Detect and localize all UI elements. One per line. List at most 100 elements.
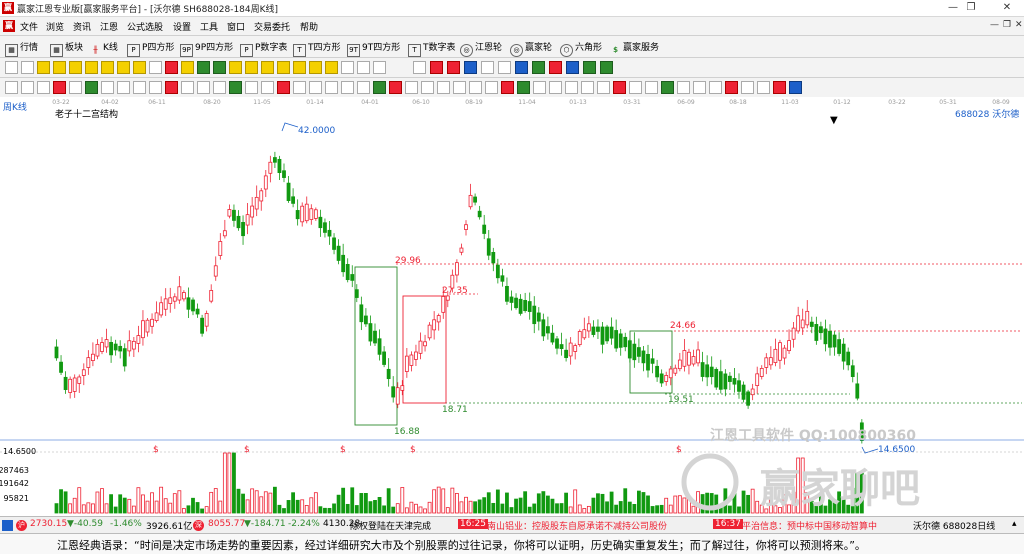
draw-tool-icon[interactable]: [261, 61, 274, 74]
line-tool-icon[interactable]: [181, 81, 194, 94]
nav-kline[interactable]: ╫ K线: [90, 40, 118, 54]
nav-sector[interactable]: ▦ 板块: [50, 40, 83, 57]
draw-tool-icon[interactable]: [197, 61, 210, 74]
nav-hexagon[interactable]: ⬡ 六角形: [560, 40, 602, 57]
line-tool-icon[interactable]: [517, 81, 530, 94]
draw-tool-icon[interactable]: [464, 61, 477, 74]
line-tool-icon[interactable]: [581, 81, 594, 94]
line-tool-icon[interactable]: [757, 81, 770, 94]
line-tool-icon[interactable]: [549, 81, 562, 94]
draw-tool-icon[interactable]: [85, 61, 98, 74]
kline-chart[interactable]: 03-22 04-02 06-11 08-20 11-05 01-14 04-01 06-10…: [0, 97, 1024, 516]
line-tool-icon[interactable]: [277, 81, 290, 94]
nav-winner-wheel[interactable]: ◎ 赢家轮: [510, 40, 552, 57]
nav-t-square[interactable]: T T四方形: [293, 40, 341, 57]
line-tool-icon[interactable]: [693, 81, 706, 94]
draw-tool-icon[interactable]: [5, 61, 18, 74]
draw-tool-icon[interactable]: [498, 61, 511, 74]
line-tool-icon[interactable]: [437, 81, 450, 94]
line-tool-icon[interactable]: [597, 81, 610, 94]
draw-tool-icon[interactable]: [373, 61, 386, 74]
menu-info[interactable]: 资讯: [73, 20, 91, 33]
menu-settings[interactable]: 设置: [173, 20, 191, 33]
line-tool-icon[interactable]: [773, 81, 786, 94]
nav-service[interactable]: $ 赢家服务: [610, 40, 659, 54]
draw-tool-icon[interactable]: [69, 61, 82, 74]
line-tool-icon[interactable]: [357, 81, 370, 94]
menu-formula[interactable]: 公式选股: [127, 20, 163, 33]
menu-browse[interactable]: 浏览: [46, 20, 64, 33]
draw-tool-icon[interactable]: [101, 61, 114, 74]
line-tool-icon[interactable]: [469, 81, 482, 94]
draw-tool-icon[interactable]: [53, 61, 66, 74]
line-tool-icon[interactable]: [789, 81, 802, 94]
nav-t-table[interactable]: T T数字表: [408, 40, 456, 57]
draw-tool-icon[interactable]: [293, 61, 306, 74]
draw-tool-icon[interactable]: [181, 61, 194, 74]
draw-tool-icon[interactable]: [413, 61, 426, 74]
nav-9p-square[interactable]: 9P 9P四方形: [180, 40, 233, 57]
line-tool-icon[interactable]: [101, 81, 114, 94]
expand-icon[interactable]: ▴: [1012, 519, 1017, 529]
draw-tool-icon[interactable]: [21, 61, 34, 74]
line-tool-icon[interactable]: [293, 81, 306, 94]
grid-icon[interactable]: [2, 520, 13, 531]
nav-p-table[interactable]: P P数字表: [240, 40, 287, 57]
draw-tool-icon[interactable]: [165, 61, 178, 74]
nav-p-square[interactable]: P P四方形: [127, 40, 174, 57]
news-ticker-2[interactable]: 南山铝业：控股股东自愿承诺不减持公司股份: [487, 519, 667, 532]
draw-tool-icon[interactable]: [430, 61, 443, 74]
line-tool-icon[interactable]: [5, 81, 18, 94]
line-tool-icon[interactable]: [533, 81, 546, 94]
line-tool-icon[interactable]: [21, 81, 34, 94]
line-tool-icon[interactable]: [37, 81, 50, 94]
menu-help[interactable]: 帮助: [300, 20, 318, 33]
draw-tool-icon[interactable]: [515, 61, 528, 74]
draw-tool-icon[interactable]: [481, 61, 494, 74]
line-tool-icon[interactable]: [85, 81, 98, 94]
draw-tool-icon[interactable]: [213, 61, 226, 74]
line-tool-icon[interactable]: [725, 81, 738, 94]
line-tool-icon[interactable]: [613, 81, 626, 94]
draw-tool-icon[interactable]: [341, 61, 354, 74]
line-tool-icon[interactable]: [149, 81, 162, 94]
line-tool-icon[interactable]: [133, 81, 146, 94]
news-ticker-3[interactable]: 平治信息：预中标中国移动智算中: [742, 519, 907, 532]
line-tool-icon[interactable]: [629, 81, 642, 94]
draw-tool-icon[interactable]: [566, 61, 579, 74]
nav-gann-wheel[interactable]: ◎ 江恩轮: [460, 40, 502, 57]
dropdown-arrow-icon[interactable]: ▼: [830, 115, 838, 126]
line-tool-icon[interactable]: [709, 81, 722, 94]
draw-tool-icon[interactable]: [117, 61, 130, 74]
line-tool-icon[interactable]: [485, 81, 498, 94]
draw-tool-icon[interactable]: [532, 61, 545, 74]
line-tool-icon[interactable]: [309, 81, 322, 94]
child-restore-icon[interactable]: ❐: [1003, 20, 1011, 30]
news-ticker-1[interactable]: 除权登陆在天津完成: [350, 519, 431, 532]
line-tool-icon[interactable]: [389, 81, 402, 94]
line-tool-icon[interactable]: [229, 81, 242, 94]
line-tool-icon[interactable]: [261, 81, 274, 94]
menu-tools[interactable]: 工具: [200, 20, 218, 33]
draw-tool-icon[interactable]: [245, 61, 258, 74]
line-tool-icon[interactable]: [373, 81, 386, 94]
line-tool-icon[interactable]: [453, 81, 466, 94]
line-tool-icon[interactable]: [565, 81, 578, 94]
menu-window[interactable]: 窗口: [227, 20, 245, 33]
child-close-icon[interactable]: ✕: [1015, 20, 1023, 30]
line-tool-icon[interactable]: [69, 81, 82, 94]
draw-tool-icon[interactable]: [583, 61, 596, 74]
nav-quote[interactable]: ▦ 行情: [5, 40, 38, 57]
draw-tool-icon[interactable]: [37, 61, 50, 74]
menu-gann[interactable]: 江恩: [100, 20, 118, 33]
line-tool-icon[interactable]: [117, 81, 130, 94]
line-tool-icon[interactable]: [341, 81, 354, 94]
child-minimize-icon[interactable]: —: [990, 20, 999, 30]
line-tool-icon[interactable]: [741, 81, 754, 94]
line-tool-icon[interactable]: [645, 81, 658, 94]
line-tool-icon[interactable]: [197, 81, 210, 94]
draw-tool-icon[interactable]: [309, 61, 322, 74]
draw-tool-icon[interactable]: [447, 61, 460, 74]
line-tool-icon[interactable]: [661, 81, 674, 94]
draw-tool-icon[interactable]: [229, 61, 242, 74]
